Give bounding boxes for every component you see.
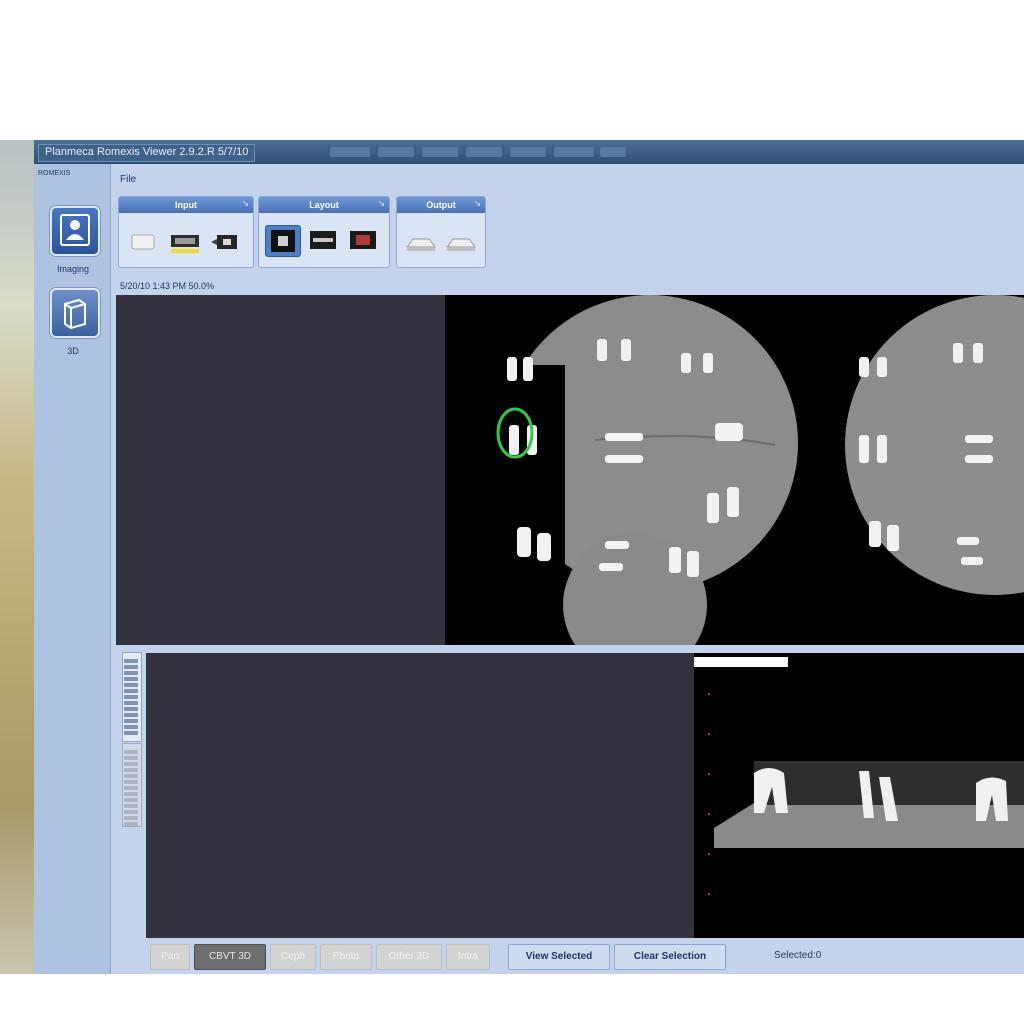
layout-3d-icon xyxy=(350,231,376,249)
3d-module-label: 3D xyxy=(67,346,79,356)
cube-icon xyxy=(64,298,86,330)
window-title: Planmeca Romexis Viewer 2.9.2.R 5/7/10 xyxy=(38,144,256,162)
menu-file[interactable]: File xyxy=(120,174,136,185)
title-bar: Planmeca Romexis Viewer 2.9.2.R 5/7/10 xyxy=(34,140,1024,164)
ribbon-group-layout: Layout ↘ xyxy=(258,196,390,268)
filter-ceph-button[interactable]: Ceph xyxy=(270,944,316,970)
empty-viewport-bottom xyxy=(146,653,694,938)
title-bar-tab[interactable] xyxy=(466,147,502,157)
export-button[interactable] xyxy=(443,225,479,255)
axial-view-pane[interactable] xyxy=(116,295,1024,645)
patient-icon xyxy=(60,214,90,246)
filter-other-3d-button[interactable]: Other 3D xyxy=(376,944,442,970)
ribbon-group-input-title: Input xyxy=(119,197,253,213)
3d-module-button[interactable] xyxy=(50,288,100,338)
title-bar-tab[interactable] xyxy=(422,147,458,157)
print-button[interactable] xyxy=(403,225,439,255)
layout-panoramic-button[interactable] xyxy=(307,225,339,255)
ribbon-group-layout-title: Layout xyxy=(259,197,389,213)
filter-intra-button[interactable]: Intra xyxy=(446,944,490,970)
desktop-background-strip xyxy=(0,140,34,974)
ribbon-group-output-title: Output xyxy=(397,197,485,213)
side-tab-browse[interactable] xyxy=(122,652,142,742)
layout-3d-button[interactable] xyxy=(347,225,379,255)
slice-label xyxy=(694,657,788,667)
ribbon-group-input: Input ↘ xyxy=(118,196,254,268)
app-window: Planmeca Romexis Viewer 2.9.2.R 5/7/10 R… xyxy=(34,140,1024,974)
ribbon-expand-icon[interactable]: ↘ xyxy=(241,198,249,209)
cross-section-ct-image xyxy=(694,653,1024,938)
export-icon xyxy=(446,238,476,251)
title-bar-tab[interactable] xyxy=(510,147,546,157)
ribbon-group-output: Output ↘ xyxy=(396,196,486,268)
title-bar-tab[interactable] xyxy=(378,147,414,157)
selected-count: Selected:0 xyxy=(774,950,822,961)
cross-section-view[interactable] xyxy=(694,653,1024,938)
title-bar-tab[interactable] xyxy=(330,147,370,157)
open-folder-button[interactable] xyxy=(129,225,157,255)
ribbon-expand-icon[interactable]: ↘ xyxy=(473,198,481,209)
layout-panoramic-icon xyxy=(310,231,336,249)
clear-selection-button[interactable]: Clear Selection xyxy=(614,944,726,970)
image-info-line: 5/20/10 1:43 PM 50.0% xyxy=(120,281,215,291)
folder-icon xyxy=(131,234,155,250)
device-import-icon xyxy=(211,235,237,249)
module-sidebar: ROMEXIS Imaging 3D xyxy=(34,164,111,974)
sidebar-brand-text: ROMEXIS xyxy=(38,170,71,177)
import-scanner-button[interactable] xyxy=(167,225,203,255)
import-device-button[interactable] xyxy=(211,225,241,255)
title-bar-tab[interactable] xyxy=(600,147,626,157)
imaging-module-label: Imaging xyxy=(56,264,90,274)
side-tab-info[interactable] xyxy=(122,743,142,827)
side-tab-label xyxy=(124,659,138,735)
imaging-module-button[interactable] xyxy=(50,206,100,256)
scanner-icon xyxy=(171,235,199,253)
printer-icon xyxy=(406,238,436,251)
ribbon-expand-icon[interactable]: ↘ xyxy=(377,198,385,209)
layout-single-button[interactable] xyxy=(265,225,301,257)
filter-photo-button[interactable]: Photo xyxy=(320,944,372,970)
filter-pan-button[interactable]: Pan xyxy=(150,944,190,970)
axial-ct-image xyxy=(445,295,1024,645)
filter-cbvt-3d-button[interactable]: CBVT 3D xyxy=(194,944,266,970)
layout-single-icon xyxy=(271,230,295,252)
side-tab-label xyxy=(124,750,138,826)
empty-viewport xyxy=(116,295,445,645)
title-bar-tab[interactable] xyxy=(554,147,594,157)
view-selected-button[interactable]: View Selected xyxy=(508,944,610,970)
